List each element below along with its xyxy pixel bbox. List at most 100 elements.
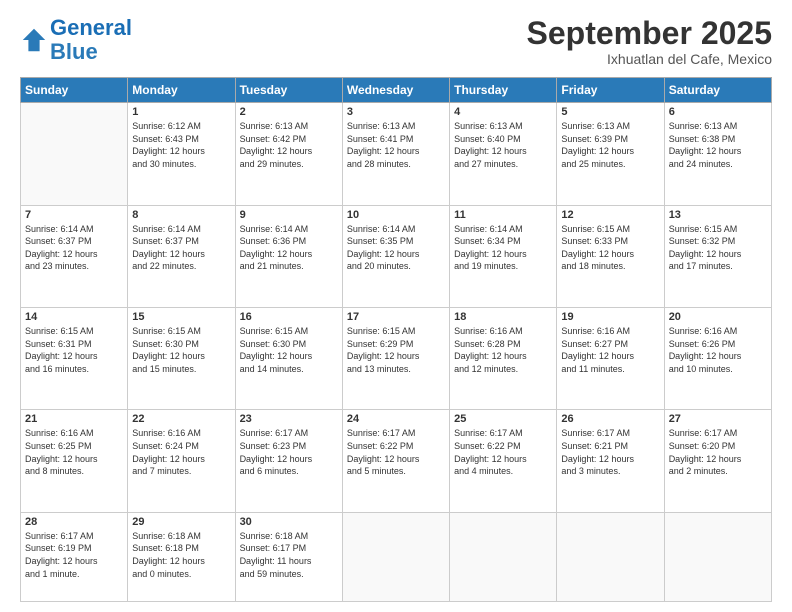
day-number: 4 [454,106,552,118]
day-cell: 30 Sunrise: 6:18 AM Sunset: 6:17 PM Dayli… [235,512,342,601]
day-info: Sunrise: 6:14 AM Sunset: 6:37 PM Dayligh… [132,223,230,273]
day-info: Sunrise: 6:13 AM Sunset: 6:41 PM Dayligh… [347,120,445,170]
header-monday: Monday [128,78,235,103]
day-info: Sunrise: 6:16 AM Sunset: 6:27 PM Dayligh… [561,325,659,375]
day-number: 18 [454,311,552,323]
day-number: 2 [240,106,338,118]
day-number: 21 [25,413,123,425]
day-info: Sunrise: 6:17 AM Sunset: 6:23 PM Dayligh… [240,427,338,477]
day-number: 9 [240,209,338,221]
day-info: Sunrise: 6:17 AM Sunset: 6:22 PM Dayligh… [347,427,445,477]
logo-line1: General [50,15,132,40]
day-info: Sunrise: 6:15 AM Sunset: 6:33 PM Dayligh… [561,223,659,273]
day-cell [664,512,771,601]
page: General Blue September 2025 Ixhuatlan de… [0,0,792,612]
day-number: 10 [347,209,445,221]
day-info: Sunrise: 6:13 AM Sunset: 6:40 PM Dayligh… [454,120,552,170]
day-cell: 12Sunrise: 6:15 AM Sunset: 6:33 PM Dayli… [557,205,664,307]
day-info: Sunrise: 6:15 AM Sunset: 6:29 PM Dayligh… [347,325,445,375]
day-number: 26 [561,413,659,425]
day-cell: 8 Sunrise: 6:14 AM Sunset: 6:37 PM Daylig… [128,205,235,307]
day-cell: 16Sunrise: 6:15 AM Sunset: 6:30 PM Dayli… [235,308,342,410]
day-cell: 6 Sunrise: 6:13 AM Sunset: 6:38 PM Daylig… [664,103,771,205]
day-info: Sunrise: 6:13 AM Sunset: 6:42 PM Dayligh… [240,120,338,170]
day-info: Sunrise: 6:18 AM Sunset: 6:17 PM Dayligh… [240,530,338,580]
location: Ixhuatlan del Cafe, Mexico [527,51,772,67]
day-info: Sunrise: 6:17 AM Sunset: 6:19 PM Dayligh… [25,530,123,580]
day-number: 24 [347,413,445,425]
day-number: 16 [240,311,338,323]
day-cell [557,512,664,601]
day-cell: 19Sunrise: 6:16 AM Sunset: 6:27 PM Dayli… [557,308,664,410]
day-cell: 15 Sunrise: 6:15 AM Sunset: 6:30 PM Dayli… [128,308,235,410]
logo: General Blue [20,16,132,64]
day-cell: 23 Sunrise: 6:17 AM Sunset: 6:23 PM Dayli… [235,410,342,512]
day-info: Sunrise: 6:16 AM Sunset: 6:25 PM Dayligh… [25,427,123,477]
day-cell [342,512,449,601]
header-wednesday: Wednesday [342,78,449,103]
day-number: 25 [454,413,552,425]
day-cell: 24 Sunrise: 6:17 AM Sunset: 6:22 PM Dayli… [342,410,449,512]
day-info: Sunrise: 6:16 AM Sunset: 6:28 PM Dayligh… [454,325,552,375]
header-tuesday: Tuesday [235,78,342,103]
day-number: 27 [669,413,767,425]
week-row-4: 21 Sunrise: 6:16 AM Sunset: 6:25 PM Dayli… [21,410,772,512]
day-cell: 17 Sunrise: 6:15 AM Sunset: 6:29 PM Dayli… [342,308,449,410]
day-cell: 11 Sunrise: 6:14 AM Sunset: 6:34 PM Dayli… [450,205,557,307]
day-info: Sunrise: 6:13 AM Sunset: 6:39 PM Dayligh… [561,120,659,170]
day-info: Sunrise: 6:14 AM Sunset: 6:35 PM Dayligh… [347,223,445,273]
day-info: Sunrise: 6:17 AM Sunset: 6:20 PM Dayligh… [669,427,767,477]
day-cell [21,103,128,205]
day-number: 15 [132,311,230,323]
header-sunday: Sunday [21,78,128,103]
logo-icon [20,26,48,54]
day-info: Sunrise: 6:13 AM Sunset: 6:38 PM Dayligh… [669,120,767,170]
day-number: 22 [132,413,230,425]
day-number: 29 [132,516,230,528]
day-cell: 4 Sunrise: 6:13 AM Sunset: 6:40 PM Daylig… [450,103,557,205]
header-thursday: Thursday [450,78,557,103]
day-number: 28 [25,516,123,528]
day-number: 5 [561,106,659,118]
day-info: Sunrise: 6:14 AM Sunset: 6:37 PM Dayligh… [25,223,123,273]
day-info: Sunrise: 6:18 AM Sunset: 6:18 PM Dayligh… [132,530,230,580]
day-cell: 28 Sunrise: 6:17 AM Sunset: 6:19 PM Dayli… [21,512,128,601]
day-cell: 9 Sunrise: 6:14 AM Sunset: 6:36 PM Daylig… [235,205,342,307]
week-row-1: 1 Sunrise: 6:12 AM Sunset: 6:43 PM Daylig… [21,103,772,205]
day-cell: 5 Sunrise: 6:13 AM Sunset: 6:39 PM Daylig… [557,103,664,205]
day-cell: 26 Sunrise: 6:17 AM Sunset: 6:21 PM Dayli… [557,410,664,512]
day-cell: 20 Sunrise: 6:16 AM Sunset: 6:26 PM Dayli… [664,308,771,410]
day-info: Sunrise: 6:16 AM Sunset: 6:26 PM Dayligh… [669,325,767,375]
day-number: 11 [454,209,552,221]
day-cell: 10 Sunrise: 6:14 AM Sunset: 6:35 PM Dayli… [342,205,449,307]
day-number: 30 [240,516,338,528]
day-number: 1 [132,106,230,118]
day-info: Sunrise: 6:12 AM Sunset: 6:43 PM Dayligh… [132,120,230,170]
day-number: 20 [669,311,767,323]
day-cell: 13Sunrise: 6:15 AM Sunset: 6:32 PM Dayli… [664,205,771,307]
title-block: September 2025 Ixhuatlan del Cafe, Mexic… [527,16,772,67]
logo-line2: Blue [50,39,98,64]
day-cell: 2 Sunrise: 6:13 AM Sunset: 6:42 PM Daylig… [235,103,342,205]
day-info: Sunrise: 6:14 AM Sunset: 6:36 PM Dayligh… [240,223,338,273]
day-cell: 21 Sunrise: 6:16 AM Sunset: 6:25 PM Dayli… [21,410,128,512]
day-number: 8 [132,209,230,221]
day-info: Sunrise: 6:16 AM Sunset: 6:24 PM Dayligh… [132,427,230,477]
header: General Blue September 2025 Ixhuatlan de… [20,16,772,67]
day-info: Sunrise: 6:17 AM Sunset: 6:22 PM Dayligh… [454,427,552,477]
day-info: Sunrise: 6:17 AM Sunset: 6:21 PM Dayligh… [561,427,659,477]
header-saturday: Saturday [664,78,771,103]
day-number: 23 [240,413,338,425]
week-row-2: 7Sunrise: 6:14 AM Sunset: 6:37 PM Daylig… [21,205,772,307]
day-info: Sunrise: 6:15 AM Sunset: 6:32 PM Dayligh… [669,223,767,273]
day-cell: 22 Sunrise: 6:16 AM Sunset: 6:24 PM Dayli… [128,410,235,512]
day-info: Sunrise: 6:15 AM Sunset: 6:30 PM Dayligh… [132,325,230,375]
day-cell: 25 Sunrise: 6:17 AM Sunset: 6:22 PM Dayli… [450,410,557,512]
day-cell: 3Sunrise: 6:13 AM Sunset: 6:41 PM Daylig… [342,103,449,205]
day-cell: 7Sunrise: 6:14 AM Sunset: 6:37 PM Daylig… [21,205,128,307]
day-info: Sunrise: 6:14 AM Sunset: 6:34 PM Dayligh… [454,223,552,273]
logo-text: General Blue [50,16,132,64]
day-number: 6 [669,106,767,118]
day-cell: 1 Sunrise: 6:12 AM Sunset: 6:43 PM Daylig… [128,103,235,205]
day-number: 17 [347,311,445,323]
